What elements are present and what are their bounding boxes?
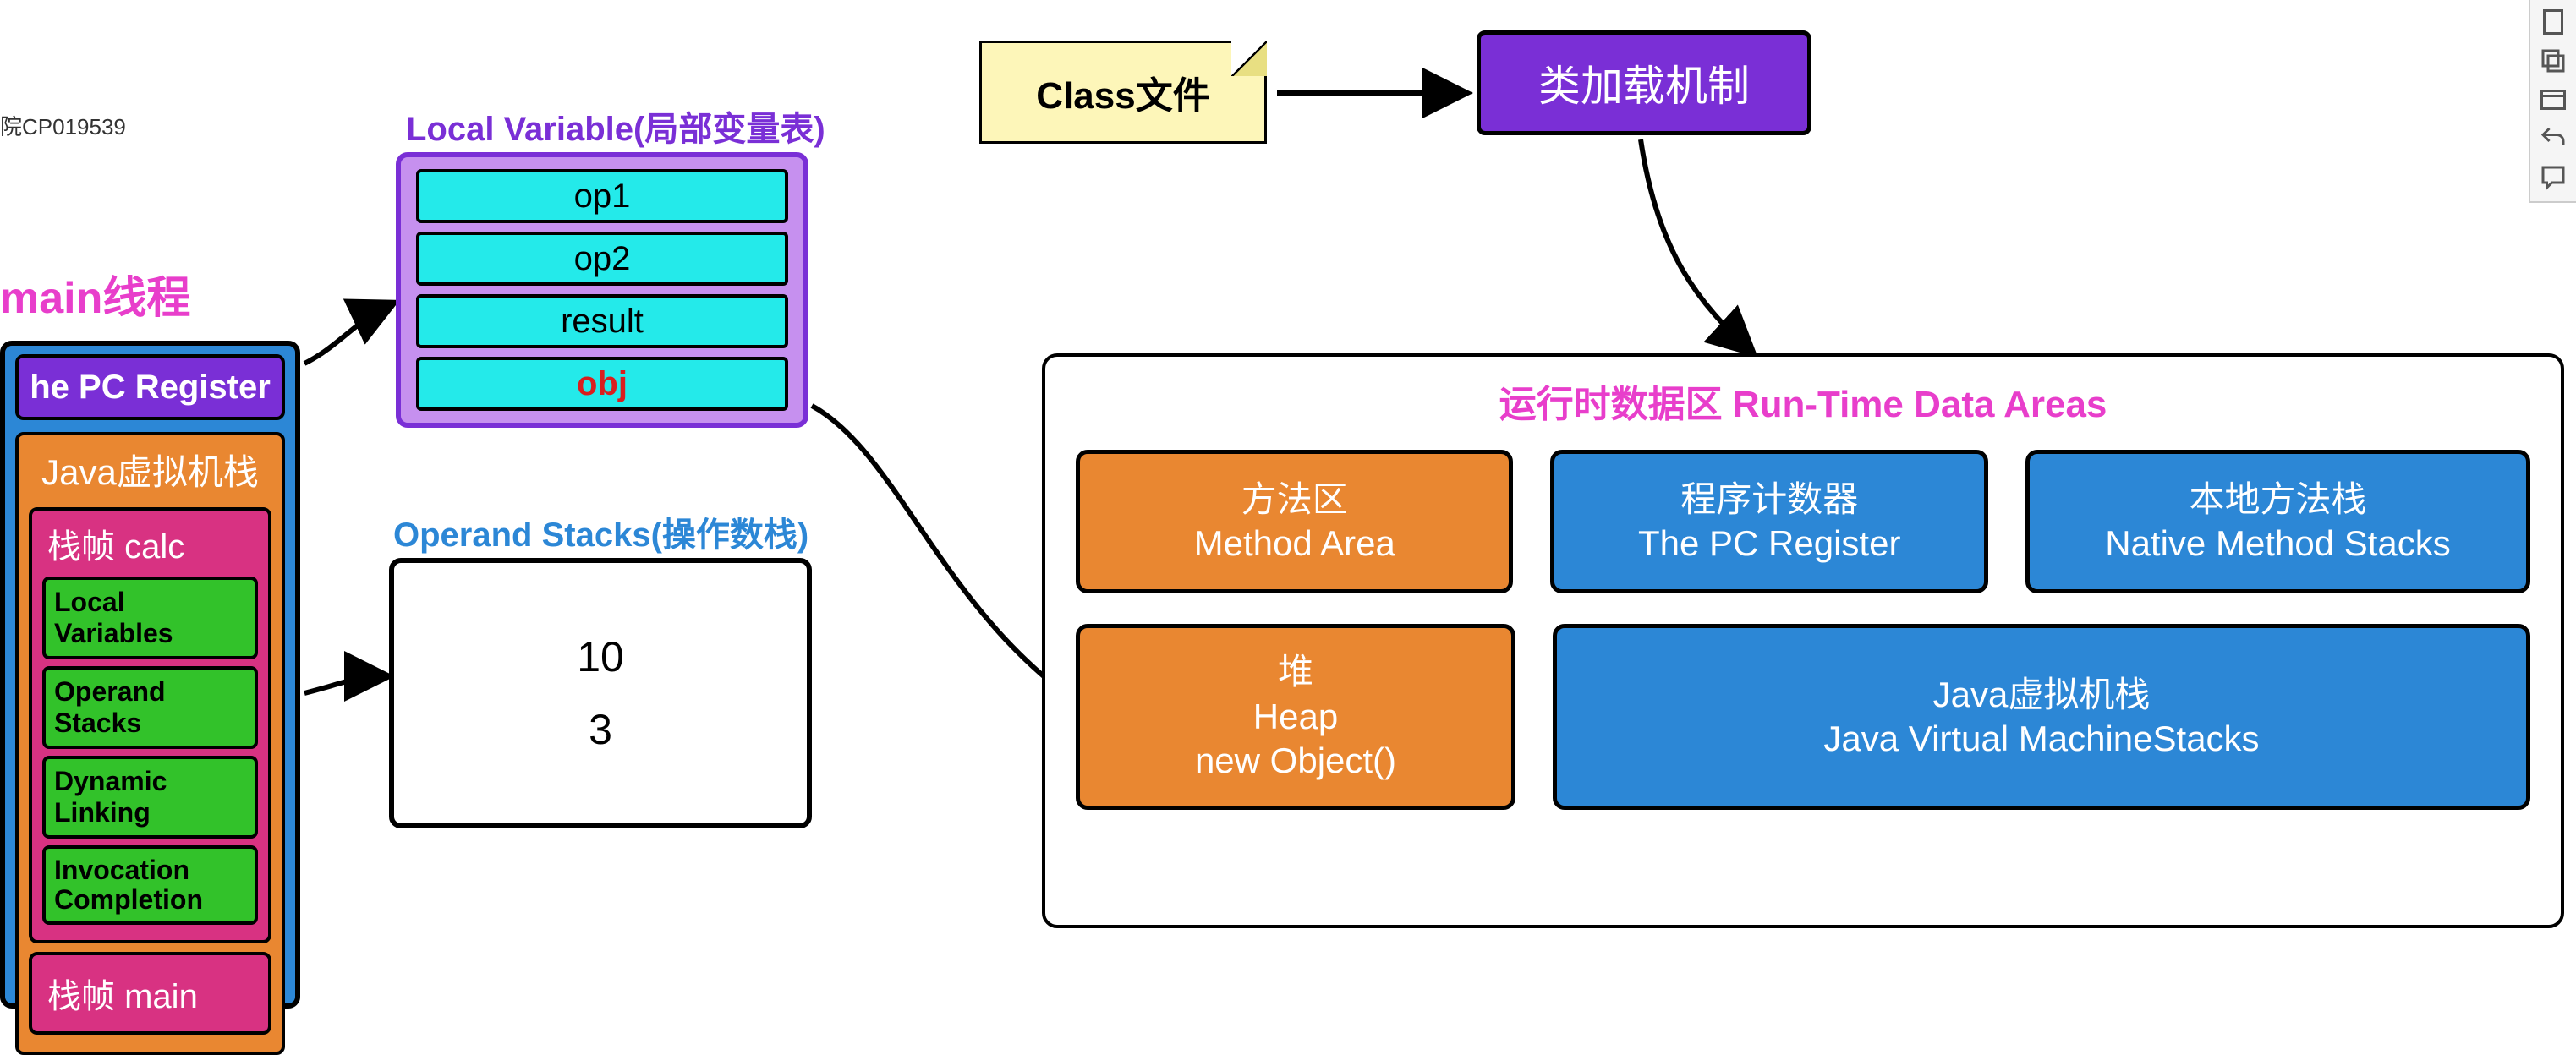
lvt-cell-op1: op1 [416,169,788,223]
frame-sub-dynamic-linking: Dynamic Linking [42,756,258,839]
jvm-stack-box: Java虚拟机栈 栈帧 calc Local Variables Operand… [15,432,285,1055]
class-loader-box: 类加载机制 [1477,30,1811,135]
jvm-stack-title: Java虚拟机栈 [29,444,271,495]
rtda-title: 运行时数据区 Run-Time Data Areas [1076,374,2530,428]
thread-box: he PC Register Java虚拟机栈 栈帧 calc Local Va… [0,341,300,1009]
heap-l2: Heap [1253,695,1338,740]
copy-icon[interactable] [2538,46,2568,76]
undo-icon[interactable] [2538,123,2568,154]
right-toolbar [2529,0,2576,203]
jvm-stack-area-box: Java虚拟机栈 Java Virtual MachineStacks [1553,624,2530,810]
main-thread-title: main线程 [0,262,190,325]
class-file-label: Class文件 [1036,65,1209,119]
operand-stack-box: 10 3 [389,558,812,828]
window-icon[interactable] [2538,85,2568,115]
heap-box: 堆 Heap new Object() [1076,624,1515,810]
pc-register-box: he PC Register [15,354,285,420]
operand-value-0: 10 [577,632,624,681]
frame-sub-local-variables: Local Variables [42,577,258,659]
lvt-cell-op2: op2 [416,232,788,286]
lvt-cell-result: result [416,294,788,348]
watermark-text: 院CP019539 [0,110,126,141]
stack-frame-calc: 栈帧 calc Local Variables Operand Stacks D… [29,507,271,943]
heap-l1: 堆 [1278,650,1313,695]
jvm-area-l1: Java虚拟机栈 [1933,673,2151,718]
frame-sub-invocation-completion: Invocation Completion [42,845,258,925]
runtime-data-areas: 运行时数据区 Run-Time Data Areas 方法区 Method Ar… [1042,353,2564,928]
method-area-l1: 方法区 [1241,478,1348,522]
note-fold-icon [1231,41,1267,76]
operand-stack-title: Operand Stacks(操作数栈) [393,507,808,556]
frame-sub-operand-stacks: Operand Stacks [42,666,258,749]
jvm-area-l2: Java Virtual MachineStacks [1823,717,2259,762]
pc-area-l2: The PC Register [1638,522,1900,566]
operand-value-1: 3 [589,705,612,754]
stack-frame-main: 栈帧 main [29,952,271,1035]
local-variable-box: op1 op2 result obj [396,152,808,428]
native-l2: Native Method Stacks [2105,522,2451,566]
comment-icon[interactable] [2538,162,2568,193]
pc-area-l1: 程序计数器 [1680,478,1858,522]
native-stack-box: 本地方法栈 Native Method Stacks [2025,450,2530,593]
class-file-note: Class文件 [979,41,1267,144]
native-l1: 本地方法栈 [2189,478,2366,522]
method-area-l2: Method Area [1194,522,1395,566]
page-icon[interactable] [2538,7,2568,37]
method-area-box: 方法区 Method Area [1076,450,1513,593]
frame-main-title: 栈帧 main [42,969,258,1018]
local-variable-title: Local Variable(局部变量表) [406,101,825,150]
frame-calc-title: 栈帧 calc [42,519,258,568]
heap-l3: new Object() [1195,739,1396,784]
lvt-cell-obj: obj [416,357,788,411]
pc-register-area-box: 程序计数器 The PC Register [1550,450,1987,593]
